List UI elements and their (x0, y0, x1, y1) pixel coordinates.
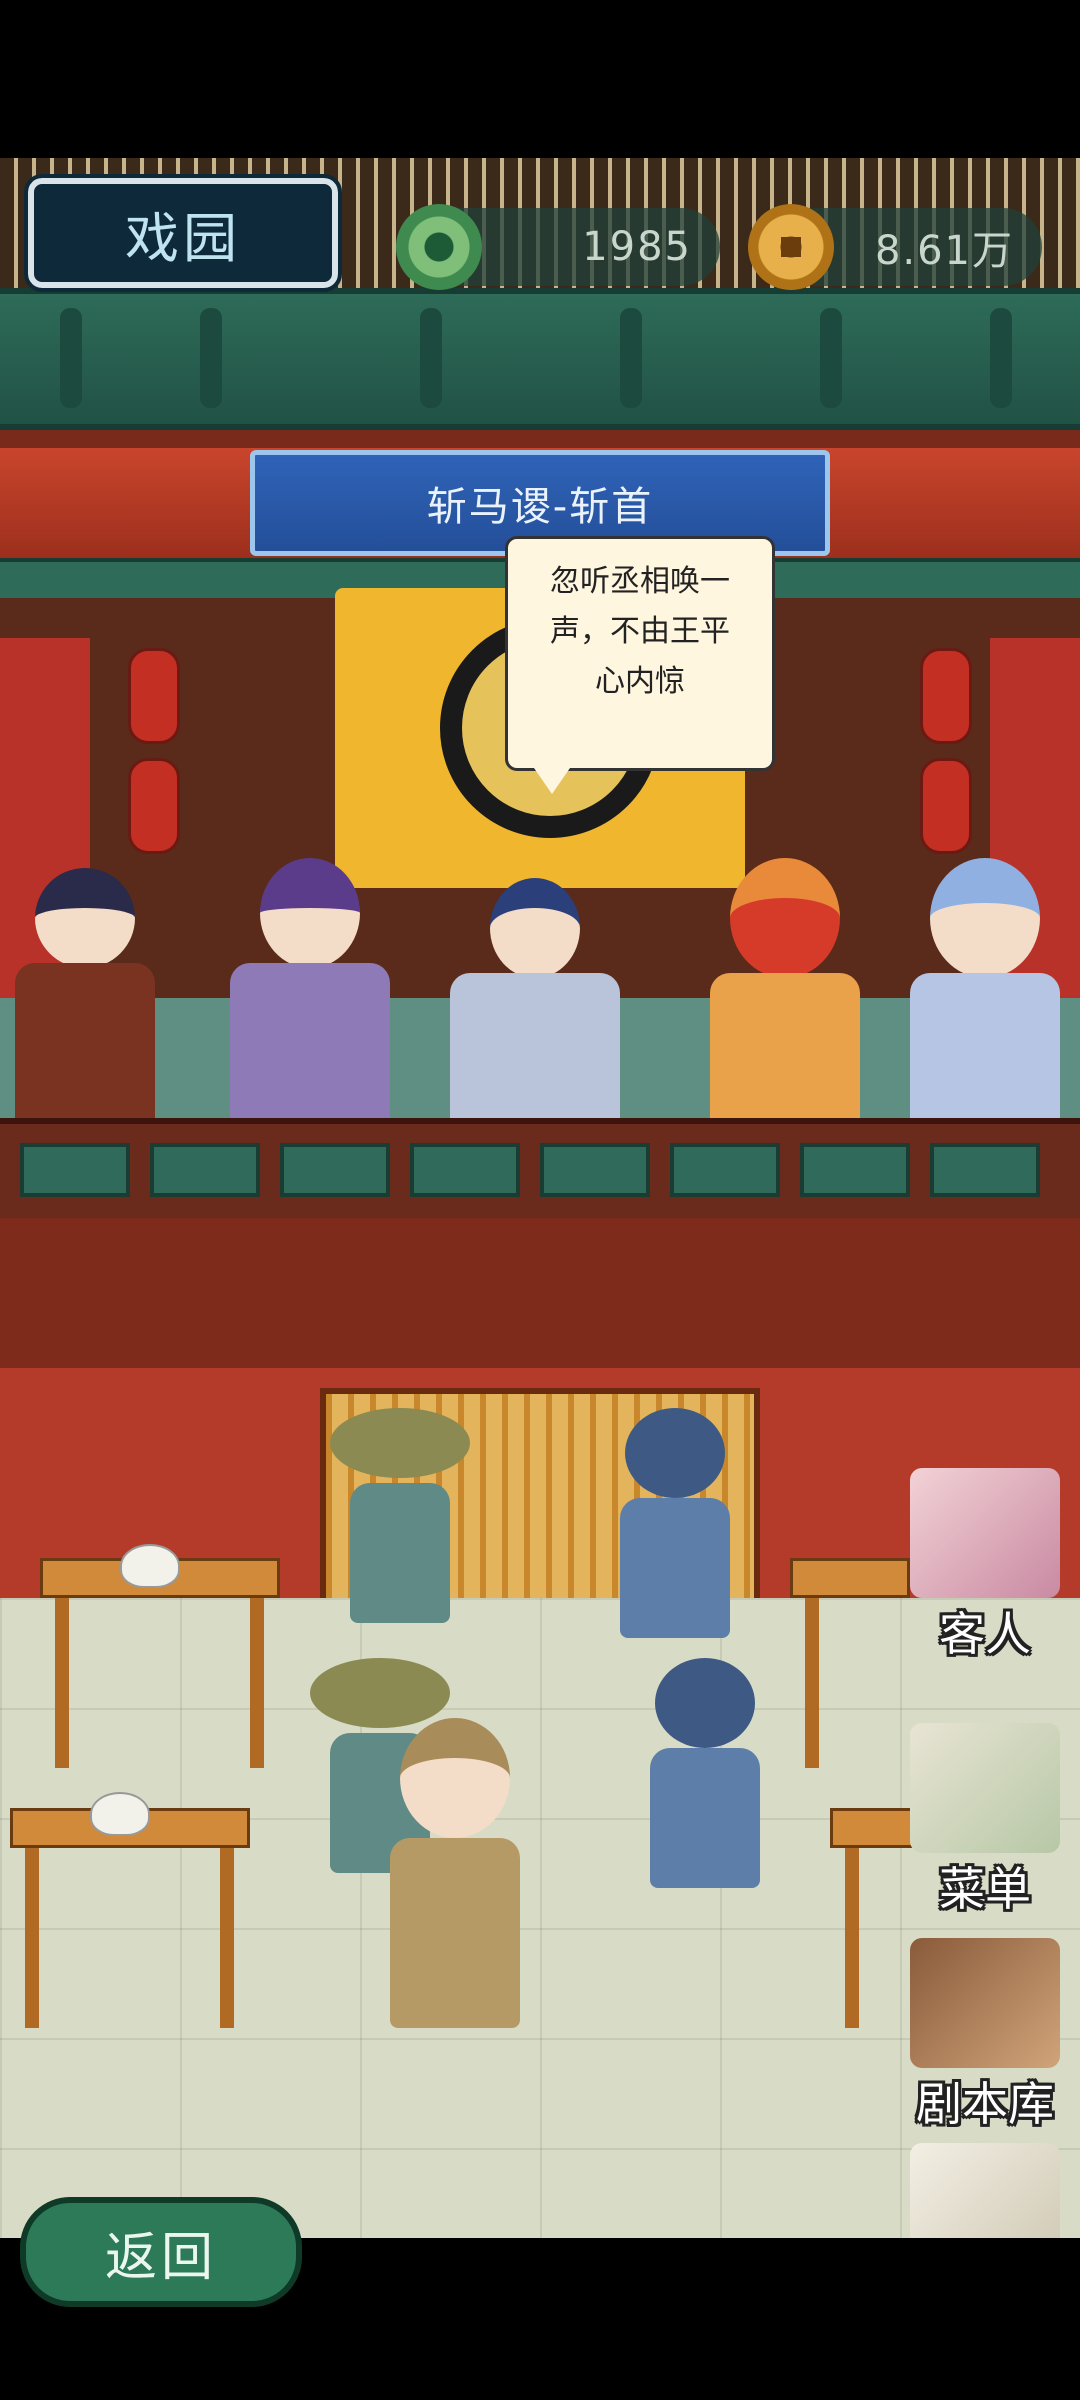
scene-title-plate: 戏园 (24, 174, 342, 292)
guests-icon (910, 1468, 1060, 1598)
dialogue-line: 心内惊 (595, 664, 685, 699)
stage-front (0, 1218, 1080, 1368)
dialogue-line: 忽听丞相唤一 (550, 564, 730, 599)
jade-coin-icon (396, 204, 482, 290)
jade-coin-value: 1985 (582, 224, 692, 270)
rail-panel (150, 1143, 260, 1197)
manage-button[interactable]: 管理 (890, 2143, 1080, 2238)
rail-panel (20, 1143, 130, 1197)
waiter[interactable] (370, 1718, 540, 2038)
lantern-icon (920, 758, 972, 854)
rail-post (60, 308, 82, 408)
menu-label: 菜单 (939, 1862, 1031, 1916)
gold-coin-icon (748, 204, 834, 290)
menu-book-icon (910, 1723, 1060, 1853)
lantern-icon (920, 648, 972, 744)
guest-blue-cap[interactable] (620, 1408, 730, 1668)
rail-panel (930, 1143, 1040, 1197)
rail-panel (540, 1143, 650, 1197)
guests-button[interactable]: 客人 (890, 1468, 1080, 1668)
rail-panel (800, 1143, 910, 1197)
teapot-icon (90, 1792, 150, 1836)
dialogue-bubble: 忽听丞相唤一 声，不由王平 心内惊 (505, 536, 775, 794)
rail-post (820, 308, 842, 408)
back-label: 返回 (104, 2227, 217, 2288)
balcony-railing (0, 288, 1080, 430)
menu-button[interactable]: 菜单 (890, 1723, 1080, 1923)
teapot-icon (120, 1544, 180, 1588)
script-cards-icon (910, 1938, 1060, 2068)
lantern-icon (128, 648, 180, 744)
rail-panel (410, 1143, 520, 1197)
rail-post (420, 308, 442, 408)
script-library-label: 剧本库 (916, 2077, 1054, 2131)
rail-panel (670, 1143, 780, 1197)
lantern-icon (128, 758, 180, 854)
brush-scroll-icon (910, 2143, 1060, 2238)
rail-post (990, 308, 1012, 408)
script-library-button[interactable]: 剧本库 (890, 1938, 1080, 2138)
guest-straw-hat[interactable] (330, 1408, 470, 1668)
game-scene: 戏园 1985 8.61万 斩马谡-斩首 忽听丞相唤一 声，不由王平 心内惊 客… (0, 158, 1080, 2238)
play-title: 斩马谡-斩首 (426, 484, 654, 530)
gold-coin-value: 8.61万 (874, 228, 1014, 274)
guests-label: 客人 (939, 1607, 1031, 1661)
rail-post (620, 308, 642, 408)
back-button[interactable]: 返回 (20, 2197, 302, 2307)
dialogue-line: 声，不由王平 (550, 614, 730, 649)
scene-title: 戏园 (125, 206, 241, 270)
rail-post (200, 308, 222, 408)
rail-panel (280, 1143, 390, 1197)
guest-blue-cap[interactable] (650, 1658, 760, 1918)
